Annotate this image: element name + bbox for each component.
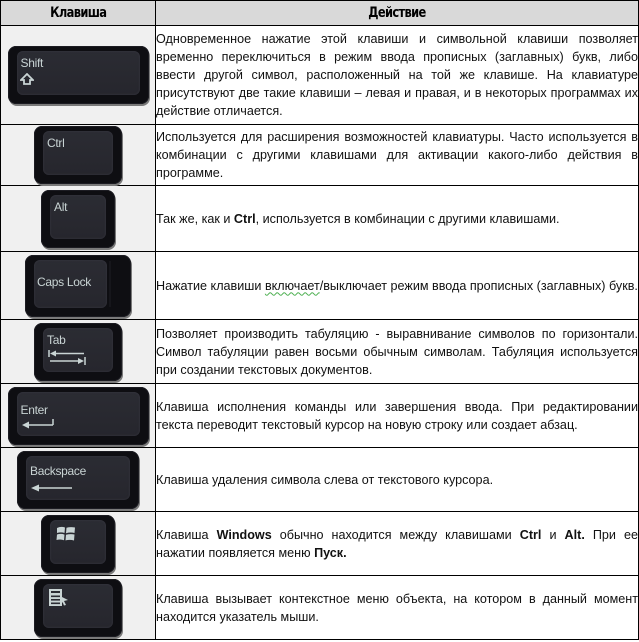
table-row: Клавиша Windows обычно находится между к…: [0, 511, 639, 576]
key-label: Tab: [47, 332, 66, 347]
table-row: Caps Lock Нажатие клавиши включает/выклю…: [0, 251, 639, 320]
enter-key-image: Enter: [7, 386, 149, 445]
table-row: Shift Одновременное нажатие этой клавиши…: [0, 25, 639, 125]
key-cell: Enter: [0, 383, 156, 448]
table-row: Tab Позволяет производить табуляцию - вы…: [0, 319, 639, 384]
key-cell: Ctrl: [0, 124, 156, 186]
description: Нажатие клавиши включает/выключает режим…: [155, 251, 639, 320]
key-label: Enter: [20, 402, 48, 417]
key-cell: Backspace: [0, 447, 156, 512]
key-cell: Shift: [0, 25, 156, 125]
key-cell: Alt: [0, 185, 156, 252]
key-cell: Tab: [0, 319, 156, 384]
tab-arrows-icon: [48, 349, 86, 365]
shift-key-image: Shift: [7, 46, 149, 104]
context-menu-key-image: [34, 578, 122, 637]
table-row: Ctrl Используется для расширения возможн…: [0, 124, 639, 186]
description: Клавиша вызывает контекстное меню объект…: [155, 575, 639, 640]
key-cell: [0, 575, 156, 640]
alt-key-image: Alt: [41, 189, 115, 248]
key-label: Caps Lock: [37, 274, 91, 289]
table-header-row: Клавиша Действие: [0, 0, 639, 26]
keyboard-keys-table: Клавиша Действие Shift Одновременное наж…: [0, 0, 639, 640]
backspace-key-image: Backspace: [17, 450, 139, 509]
key-label: Alt: [54, 199, 68, 214]
caps-lock-key-image: Caps Lock: [25, 254, 131, 317]
header-action: Действие: [155, 0, 639, 26]
description: Клавиша удаления символа слева от тексто…: [155, 447, 639, 512]
description: Позволяет производить табуляцию - выравн…: [155, 319, 639, 384]
key-cell: [0, 511, 156, 576]
table-row: Alt Так же, как и Ctrl, используется в к…: [0, 185, 639, 252]
table-row: Backspace Клавиша удаления символа слева…: [0, 447, 639, 512]
key-label: Backspace: [30, 463, 86, 478]
description: Так же, как и Ctrl, используется в комби…: [155, 185, 639, 252]
spellcheck-word: включает: [264, 278, 320, 293]
windows-logo-icon: [56, 526, 75, 540]
key-label: Ctrl: [47, 136, 65, 150]
enter-arrow-icon: [21, 418, 54, 428]
description: Клавиша исполнения команды или завершени…: [155, 383, 639, 448]
description: Одновременное нажатие этой клавиши и сим…: [155, 25, 639, 125]
ctrl-key-image: Ctrl: [34, 126, 122, 184]
windows-key-image: [41, 514, 115, 573]
shift-arrow-icon: [19, 73, 34, 85]
key-cell: Caps Lock: [0, 251, 156, 320]
table-row: Enter Клавиша исполнения команды или зав…: [0, 383, 639, 448]
header-key: Клавиша: [0, 0, 156, 26]
context-menu-icon: [49, 588, 68, 606]
backspace-arrow-icon: [31, 484, 72, 491]
description: Используется для расширения возможностей…: [155, 124, 639, 186]
tab-key-image: Tab: [34, 322, 122, 381]
key-label: Shift: [20, 56, 44, 70]
table-row: Клавиша вызывает контекстное меню объект…: [0, 575, 639, 640]
description: Клавиша Windows обычно находится между к…: [155, 511, 639, 576]
